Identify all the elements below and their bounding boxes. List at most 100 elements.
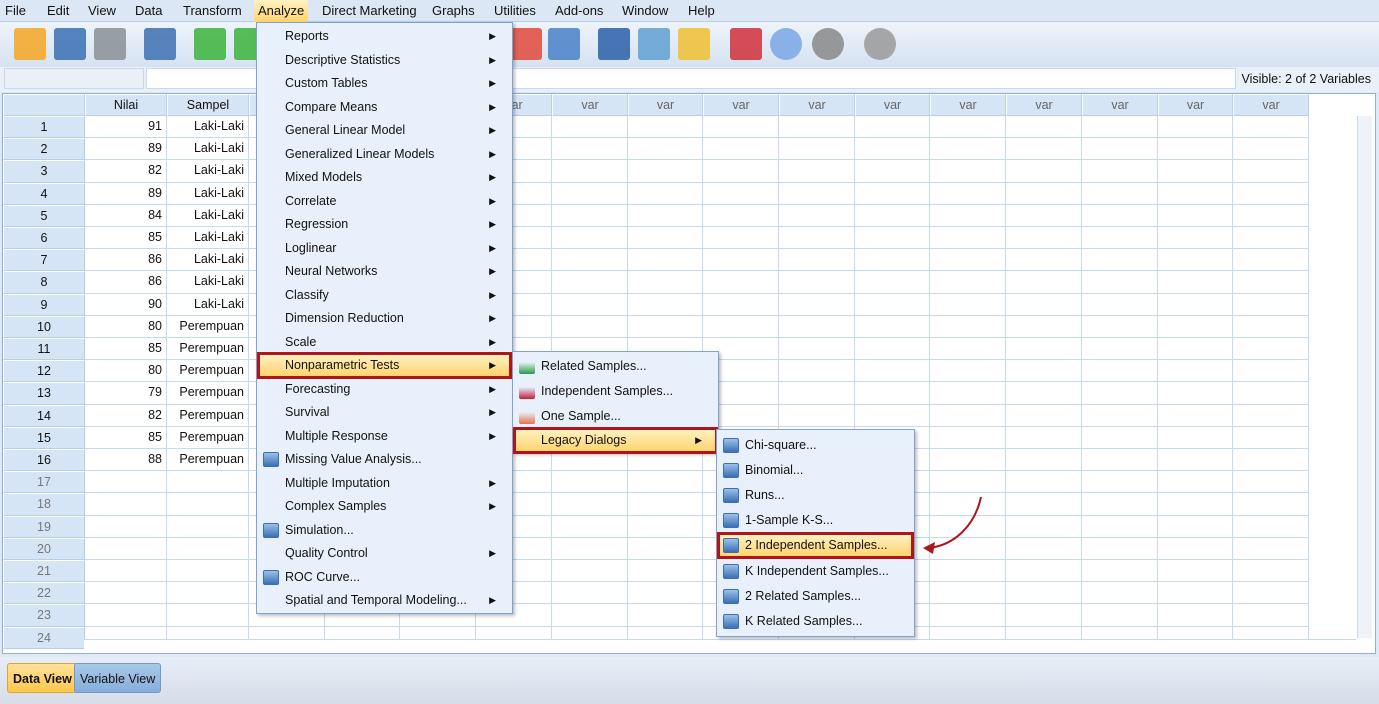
data-cell[interactable] xyxy=(1158,249,1233,272)
menu-item-1-sample-k-s[interactable]: 1-Sample K-S... xyxy=(719,509,912,532)
menu-item-custom-tables[interactable]: Custom Tables ▶ xyxy=(259,72,510,95)
data-cell[interactable] xyxy=(1006,360,1082,383)
data-cell[interactable] xyxy=(1233,338,1309,361)
data-cell[interactable] xyxy=(703,293,779,316)
data-cell[interactable] xyxy=(1158,293,1233,316)
row-header[interactable]: 22 xyxy=(3,582,85,605)
data-cell[interactable] xyxy=(552,604,628,627)
data-cell[interactable] xyxy=(1233,560,1309,583)
data-cell[interactable] xyxy=(930,315,1006,338)
use-sets-icon[interactable] xyxy=(730,28,762,60)
data-cell[interactable] xyxy=(552,271,628,294)
row-header[interactable]: 7 xyxy=(3,249,85,272)
data-cell[interactable]: Perempuan xyxy=(167,382,249,405)
menu-item-missing-value-analysis[interactable]: Missing Value Analysis... xyxy=(259,448,510,471)
data-cell[interactable] xyxy=(779,204,855,227)
data-cell[interactable] xyxy=(779,338,855,361)
row-header[interactable]: 2 xyxy=(3,138,85,161)
row-header[interactable]: 18 xyxy=(3,493,85,516)
data-cell[interactable] xyxy=(1158,204,1233,227)
data-cell[interactable] xyxy=(855,182,930,205)
data-cell[interactable] xyxy=(1082,604,1158,627)
data-cell[interactable] xyxy=(1006,515,1082,538)
data-cell[interactable] xyxy=(628,271,703,294)
data-cell[interactable] xyxy=(1082,582,1158,605)
menu-item-loglinear[interactable]: Loglinear ▶ xyxy=(259,237,510,260)
data-cell[interactable] xyxy=(1158,604,1233,627)
menu-help[interactable]: Help xyxy=(688,3,715,18)
data-cell[interactable] xyxy=(1006,560,1082,583)
data-cell[interactable] xyxy=(628,160,703,183)
data-cell[interactable] xyxy=(1082,227,1158,250)
row-header[interactable]: 17 xyxy=(3,471,85,494)
menu-item-survival[interactable]: Survival ▶ xyxy=(259,401,510,424)
data-cell[interactable] xyxy=(1233,449,1309,472)
grid-corner[interactable] xyxy=(3,94,85,117)
data-cell[interactable] xyxy=(1082,382,1158,405)
spell-check-icon[interactable] xyxy=(864,28,896,60)
menu-utilities[interactable]: Utilities xyxy=(494,3,536,18)
data-cell[interactable] xyxy=(930,271,1006,294)
data-cell[interactable] xyxy=(628,515,703,538)
data-cell[interactable] xyxy=(85,515,167,538)
data-cell[interactable] xyxy=(628,182,703,205)
data-cell[interactable] xyxy=(703,249,779,272)
menu-item-runs[interactable]: Runs... xyxy=(719,484,912,507)
data-cell[interactable]: Laki-Laki xyxy=(167,293,249,316)
data-cell[interactable] xyxy=(1158,182,1233,205)
row-header[interactable]: 24 xyxy=(3,626,85,649)
data-cell[interactable] xyxy=(552,471,628,494)
menu-item-classify[interactable]: Classify ▶ xyxy=(259,284,510,307)
data-cell[interactable] xyxy=(930,404,1006,427)
data-cell[interactable] xyxy=(1082,338,1158,361)
data-cell[interactable] xyxy=(930,604,1006,627)
data-cell[interactable] xyxy=(628,582,703,605)
data-cell[interactable] xyxy=(1158,271,1233,294)
data-cell[interactable] xyxy=(1233,582,1309,605)
data-cell[interactable]: Perempuan xyxy=(167,426,249,449)
data-cell[interactable] xyxy=(1006,604,1082,627)
data-cell[interactable] xyxy=(1158,338,1233,361)
row-header[interactable]: 5 xyxy=(3,204,85,227)
menu-item-scale[interactable]: Scale ▶ xyxy=(259,331,510,354)
menu-item-regression[interactable]: Regression ▶ xyxy=(259,213,510,236)
menu-item-multiple-imputation[interactable]: Multiple Imputation ▶ xyxy=(259,472,510,495)
menu-analyze[interactable]: Analyze xyxy=(254,0,309,22)
data-cell[interactable] xyxy=(552,582,628,605)
tab-variable-view[interactable]: Variable View xyxy=(74,663,162,693)
data-cell[interactable] xyxy=(1082,515,1158,538)
data-cell[interactable] xyxy=(779,249,855,272)
data-cell[interactable] xyxy=(1006,338,1082,361)
data-cell[interactable] xyxy=(1006,116,1082,139)
data-cell[interactable]: 85 xyxy=(85,426,167,449)
data-cell[interactable] xyxy=(1158,227,1233,250)
data-cell[interactable] xyxy=(1006,404,1082,427)
data-cell[interactable] xyxy=(779,227,855,250)
data-cell[interactable] xyxy=(779,404,855,427)
data-cell[interactable]: Perempuan xyxy=(167,338,249,361)
data-cell[interactable]: 84 xyxy=(85,204,167,227)
row-header[interactable]: 6 xyxy=(3,227,85,250)
data-cell[interactable]: 89 xyxy=(85,138,167,161)
data-cell[interactable] xyxy=(628,227,703,250)
data-cell[interactable] xyxy=(552,315,628,338)
data-cell[interactable] xyxy=(1233,138,1309,161)
data-cell[interactable] xyxy=(779,116,855,139)
menu-item-multiple-response[interactable]: Multiple Response ▶ xyxy=(259,425,510,448)
row-header[interactable]: 19 xyxy=(3,515,85,538)
menu-item-2-related-samples[interactable]: 2 Related Samples... xyxy=(719,585,912,608)
data-cell[interactable] xyxy=(85,604,167,627)
row-header[interactable]: 11 xyxy=(3,338,85,361)
menu-transform[interactable]: Transform xyxy=(183,3,242,18)
data-cell[interactable] xyxy=(1158,382,1233,405)
data-cell[interactable]: 88 xyxy=(85,449,167,472)
menu-item-binomial[interactable]: Binomial... xyxy=(719,459,912,482)
data-cell[interactable] xyxy=(855,360,930,383)
data-cell[interactable] xyxy=(628,493,703,516)
data-cell[interactable] xyxy=(552,160,628,183)
data-cell[interactable] xyxy=(1158,315,1233,338)
data-cell[interactable] xyxy=(1082,116,1158,139)
data-cell[interactable] xyxy=(1006,382,1082,405)
data-cell[interactable] xyxy=(1233,426,1309,449)
data-cell[interactable] xyxy=(779,160,855,183)
